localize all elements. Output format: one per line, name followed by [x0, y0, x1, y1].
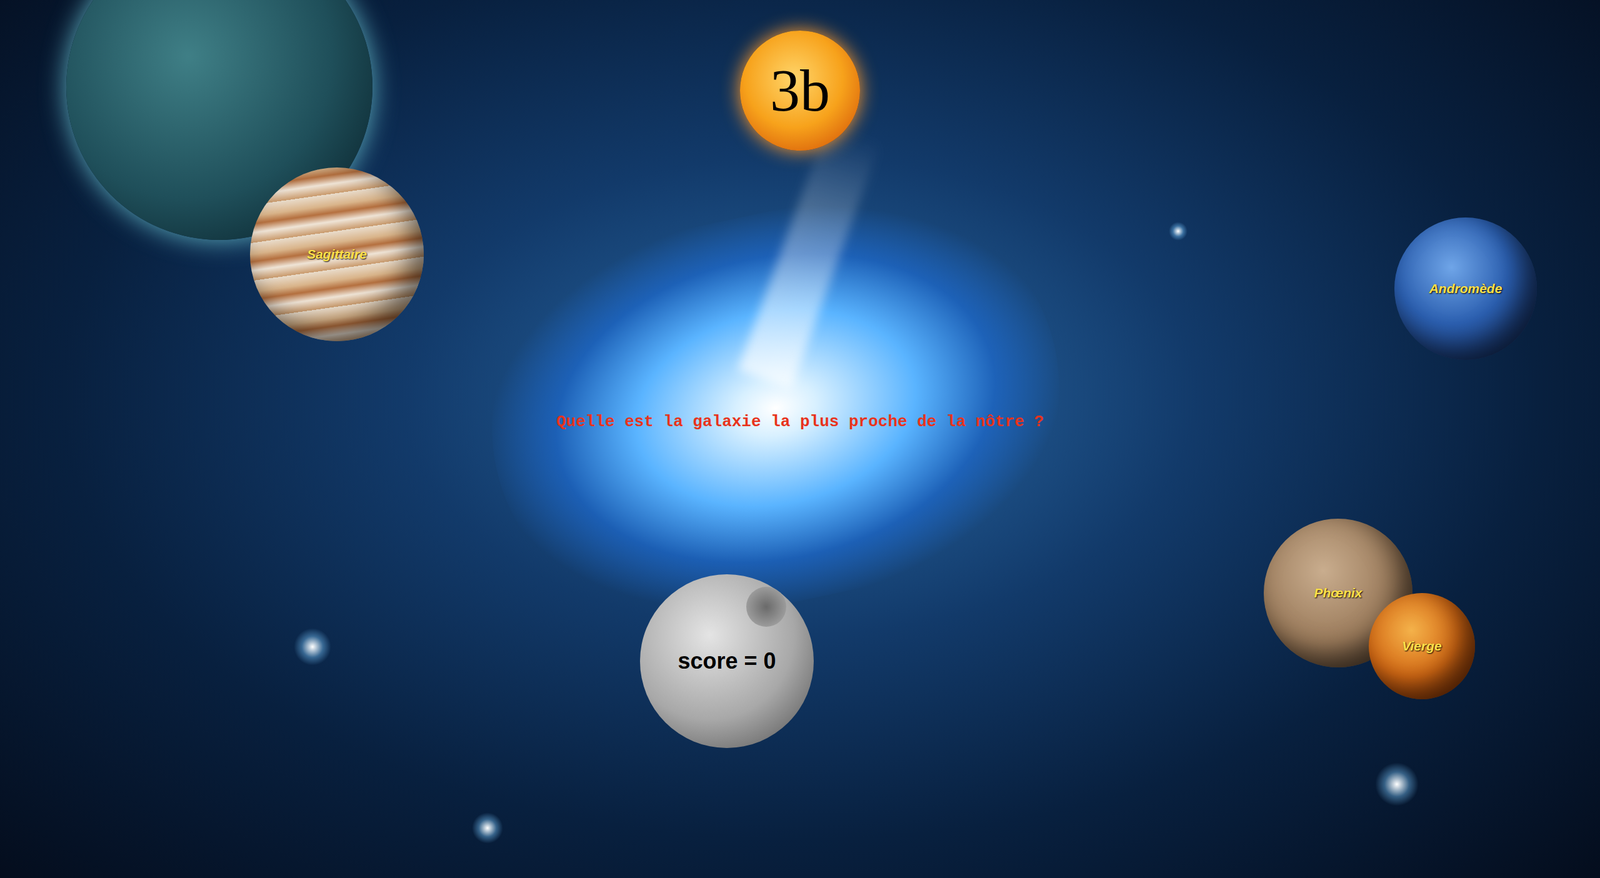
game-layer: 3b Quelle est la galaxie la plus proche d…	[0, 0, 1600, 878]
score-text: score = 0	[677, 644, 776, 679]
score-planet: score = 0	[640, 574, 814, 749]
question-text: Quelle est la galaxie la plus proche de …	[487, 410, 1113, 435]
answer-label: Phœnix	[1314, 583, 1363, 604]
galaxy	[456, 159, 1096, 657]
star	[1168, 221, 1188, 241]
star	[471, 812, 504, 844]
star	[293, 628, 332, 666]
timer-text: 3b	[770, 60, 830, 121]
timer-sun: 3b	[740, 30, 860, 151]
answer-label: Sagittaire	[306, 244, 367, 265]
answer-label: Andromède	[1429, 278, 1503, 299]
answer-planet[interactable]: Vierge	[1368, 593, 1475, 700]
star	[1375, 762, 1419, 807]
game-stage: 3b Quelle est la galaxie la plus proche d…	[0, 0, 1600, 878]
answer-planet[interactable]: Andromède	[1394, 217, 1537, 360]
answer-label: Vierge	[1401, 636, 1442, 657]
dish-icon	[746, 586, 787, 627]
answer-planet[interactable]: Sagittaire	[250, 167, 424, 342]
